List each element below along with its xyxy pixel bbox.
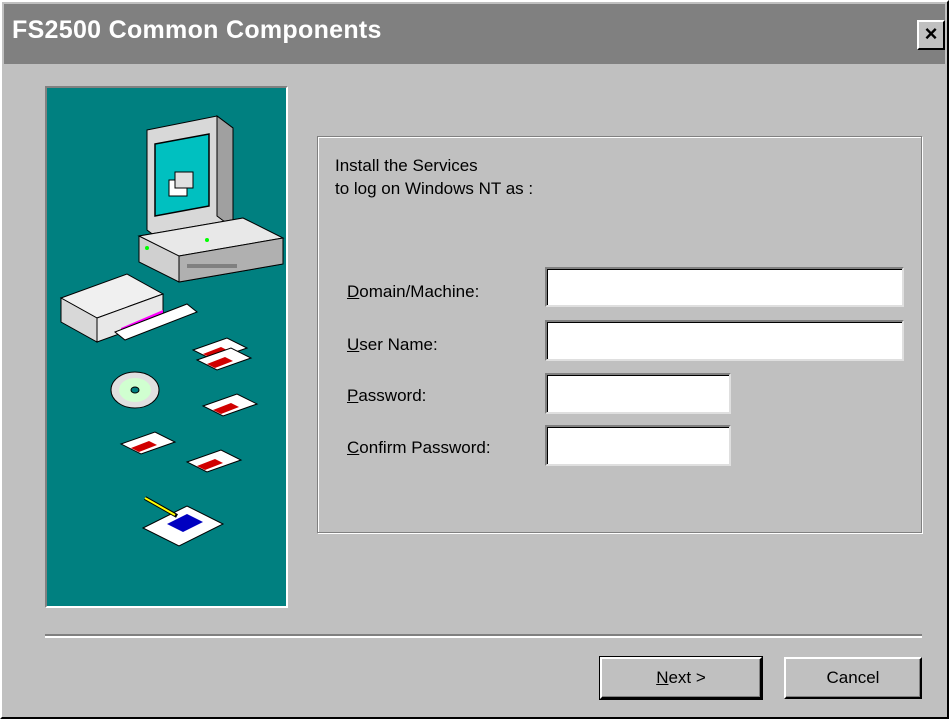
setup-illustration <box>45 86 288 608</box>
domain-label: Domain/Machine: <box>347 282 479 302</box>
next-button-label: ext > <box>668 668 706 687</box>
confirm-label-text: onfirm Password: <box>359 438 491 457</box>
next-mnemonic: N <box>656 668 669 687</box>
confirm-password-label: Confirm Password: <box>347 438 491 458</box>
user-name-input[interactable] <box>545 320 904 361</box>
password-label: Password: <box>347 386 426 406</box>
notepad-icon <box>141 496 225 547</box>
computer-icon <box>137 115 285 283</box>
button-separator <box>45 634 922 638</box>
cd-icon <box>110 371 160 409</box>
title-bar[interactable]: FS2500 Common Components × <box>4 4 945 64</box>
installer-dialog: FS2500 Common Components × Install the S… <box>0 0 949 719</box>
close-icon: × <box>924 21 938 46</box>
domain-machine-input[interactable] <box>545 267 904 307</box>
intro-line-1: Install the Services <box>335 156 478 175</box>
confirm-mnemonic: C <box>347 438 360 457</box>
username-label-text: ser Name: <box>359 335 438 354</box>
password-label-text: assword: <box>358 386 427 405</box>
close-button[interactable]: × <box>917 20 945 50</box>
domain-label-text: omain/Machine: <box>359 282 480 301</box>
next-button[interactable]: Next > <box>599 656 763 700</box>
username-mnemonic: U <box>347 335 360 354</box>
setup-illustration-graphic <box>59 115 285 547</box>
cancel-button[interactable]: Cancel <box>784 657 922 699</box>
username-label: User Name: <box>347 335 438 355</box>
intro-line-2: to log on Windows NT as : <box>335 179 534 198</box>
window-title: FS2500 Common Components <box>12 16 382 44</box>
password-input[interactable] <box>545 373 731 414</box>
domain-mnemonic: D <box>347 282 360 301</box>
cancel-button-label: Cancel <box>826 668 880 687</box>
software-box-icon <box>59 273 198 343</box>
confirm-password-input[interactable] <box>545 425 731 466</box>
password-mnemonic: P <box>347 386 359 405</box>
